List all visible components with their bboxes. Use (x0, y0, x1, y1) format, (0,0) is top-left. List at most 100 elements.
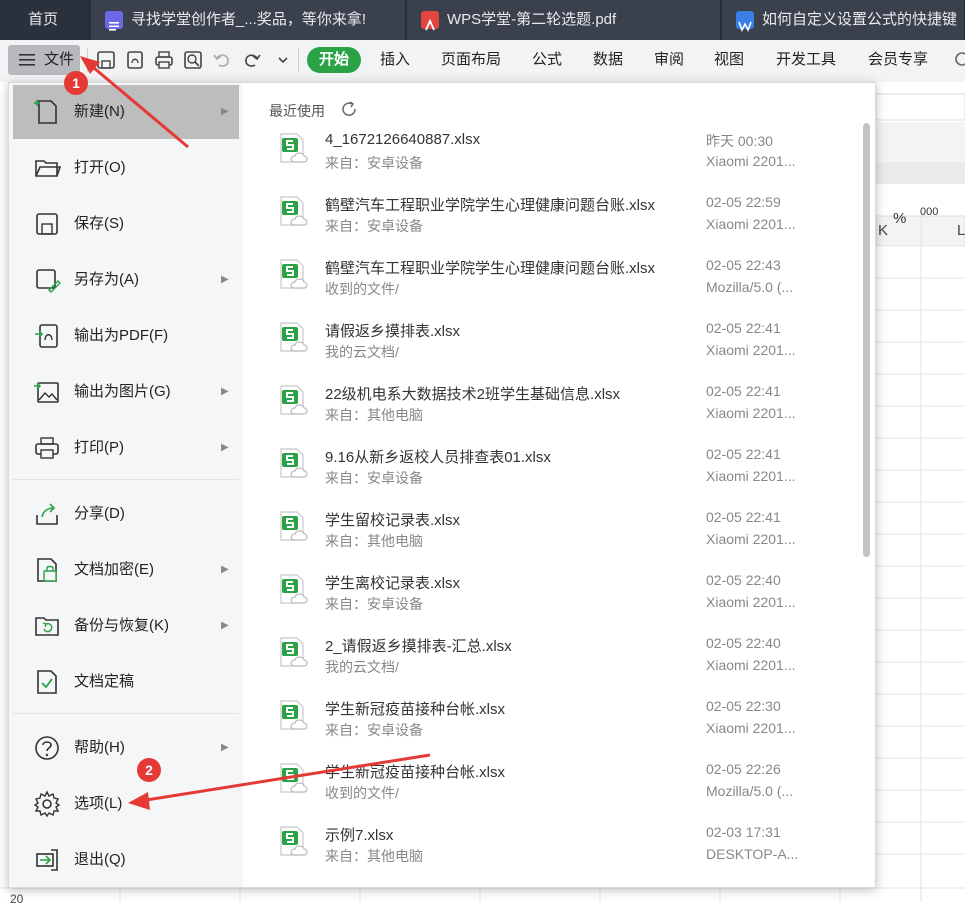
recent-file-item[interactable]: 鹤壁汽车工程职业学院学生心理健康问题台账.xlsx 收到的文件/02-05 22:… (271, 250, 831, 313)
file-menu-label: 文件 (44, 51, 75, 68)
chevron-down-icon[interactable] (272, 49, 294, 71)
recent-file-date: 02-03 17:31 (706, 824, 781, 840)
doc-icon (105, 11, 123, 31)
menu-divider (13, 713, 239, 714)
chevron-right-icon: ▶ (221, 106, 229, 117)
tab-view[interactable]: 视图 (714, 44, 744, 76)
save-icon[interactable] (95, 49, 117, 71)
recent-file-item[interactable]: 示例7.xlsx 来自：其他电脑 02-03 17:31 DESKTOP-A... (271, 817, 831, 880)
menu-item-encrypt[interactable]: 文档加密(E) ▶ (13, 543, 239, 597)
refresh-icon[interactable] (340, 100, 358, 118)
save-as-icon (33, 266, 61, 294)
column-header-k[interactable]: K (878, 222, 888, 239)
recent-file-device: Xiaomi 2201... (706, 657, 796, 673)
chevron-right-icon: ▶ (221, 564, 229, 575)
menu-item-help[interactable]: 帮助(H) ▶ (13, 721, 239, 775)
recent-file-date: 02-05 22:41 (706, 446, 781, 462)
redo-icon[interactable] (241, 49, 263, 71)
recent-file-source: 来自：安卓设备 (325, 722, 423, 738)
recent-file-date: 02-05 22:40 (706, 572, 781, 588)
recent-files-title: 最近使用 (269, 103, 325, 119)
menu-item-open[interactable]: 打开(O) (13, 141, 239, 195)
tab-document-2[interactable]: WPS学堂-第二轮选题.pdf (407, 0, 721, 40)
recent-file-item[interactable]: 22级机电系大数据技术2班学生基础信息.xlsx 来自：其他电脑 02-05 22:… (271, 376, 831, 439)
tab-label: WPS学堂-第二轮选题.pdf (447, 11, 617, 28)
tab-page-layout[interactable]: 页面布局 (441, 44, 501, 76)
menu-item-save-as[interactable]: 另存为(A) ▶ (13, 253, 239, 307)
file-menu-button[interactable]: 文件 (8, 45, 80, 75)
recent-file-device: Xiaomi 2201... (706, 342, 796, 358)
chevron-right-icon: ▶ (221, 742, 229, 753)
tab-developer[interactable]: 开发工具 (776, 44, 836, 76)
row-header-20[interactable]: 20 (10, 892, 23, 906)
recent-file-date: 02-05 22:43 (706, 257, 781, 273)
recent-file-item[interactable]: 学生留校记录表.xlsx 来自：其他电脑 02-05 22:41 Xiaomi 220… (271, 502, 831, 565)
search-icon[interactable] (948, 48, 965, 73)
menu-item-backup[interactable]: 备份与恢复(K) ▶ (13, 599, 239, 653)
recent-file-device: Xiaomi 2201... (706, 468, 796, 484)
tab-formula[interactable]: 公式 (532, 44, 562, 76)
recent-file-item[interactable]: 2_请假返乡摸排表-汇总.xlsx 我的云文档/02-05 22:40 Xiaomi… (271, 628, 831, 691)
recent-file-item[interactable]: 请假返乡摸排表.xlsx 我的云文档/02-05 22:41 Xiaomi 2201… (271, 313, 831, 376)
recent-file-date: 02-05 22:41 (706, 320, 781, 336)
recent-file-item[interactable]: 学生新冠疫苗接种台帐.xlsx 来自：安卓设备 02-05 22:30 Xiaomi … (271, 691, 831, 754)
recent-file-name: 学生新冠疫苗接种台帐.xlsx (325, 701, 506, 718)
tab-start[interactable]: 开始 (307, 47, 361, 73)
menu-item-print[interactable]: 打印(P) ▶ (13, 421, 239, 475)
undo-icon[interactable] (211, 49, 233, 71)
recent-file-item[interactable]: 9.16从新乡返校人员排查表01.xlsx 来自：安卓设备 02-05 22:41 X… (271, 439, 831, 502)
recent-file-date: 02-05 22:59 (706, 194, 781, 210)
recent-file-source: 来自：安卓设备 (325, 470, 423, 486)
tab-home[interactable]: 首页 (0, 0, 90, 40)
tab-review[interactable]: 审阅 (654, 44, 684, 76)
folder-open-icon (33, 154, 62, 182)
export-pdf-icon[interactable] (124, 49, 146, 71)
tab-member[interactable]: 会员专享 (868, 44, 928, 76)
menu-item-exit[interactable]: 退出(Q) (13, 833, 239, 887)
export-pdf-icon (33, 322, 61, 350)
recent-file-item[interactable]: 4_1672126640887.xlsx 来自：安卓设备 昨天 00:30 Xiaom… (271, 124, 831, 187)
menu-item-save[interactable]: 保存(S) (13, 197, 239, 251)
recent-files-scrollbar[interactable] (863, 123, 870, 557)
tab-document-3[interactable]: 如何自定义设置公式的快捷键 (722, 0, 965, 40)
tab-bar: 首页 寻找学堂创作者_...奖品，等你来拿! WPS学堂-第二轮选题.pdf 如… (0, 0, 965, 40)
recent-file-device: Xiaomi 2201... (706, 594, 796, 610)
chevron-right-icon: ▶ (221, 274, 229, 285)
spreadsheet-file-icon (277, 825, 313, 861)
recent-file-source: 收到的文件/ (325, 281, 399, 297)
menu-divider (13, 479, 239, 480)
menu-item-share[interactable]: 分享(D) (13, 487, 239, 541)
chevron-right-icon: ▶ (221, 620, 229, 631)
tab-data[interactable]: 数据 (593, 44, 623, 76)
recent-file-device: Xiaomi 2201... (706, 216, 796, 232)
recent-file-item[interactable]: 学生离校记录表.xlsx 来自：安卓设备 02-05 22:40 Xiaomi 220… (271, 565, 831, 628)
save-icon (33, 210, 61, 238)
print-preview-icon[interactable] (182, 49, 204, 71)
menu-item-export-pdf[interactable]: 输出为PDF(F) (13, 309, 239, 363)
column-header-l[interactable]: L (957, 222, 965, 239)
menu-item-export-image[interactable]: 输出为图片(G) ▶ (13, 365, 239, 419)
toolbar-divider (87, 48, 88, 72)
recent-file-name: 9.16从新乡返校人员排查表01.xlsx (325, 449, 551, 466)
annotation-badge-1: 1 (64, 71, 88, 95)
tab-document-1[interactable]: 寻找学堂创作者_...奖品，等你来拿! (91, 0, 406, 40)
encrypt-icon (33, 556, 61, 584)
menu-item-options[interactable]: 选项(L) (13, 777, 239, 831)
menu-item-finalize[interactable]: 文档定稿 (13, 655, 239, 709)
recent-file-item[interactable]: 鹤壁汽车工程职业学院学生心理健康问题台账.xlsx 来自：安卓设备 02-05 22… (271, 187, 831, 250)
recent-file-device: Xiaomi 2201... (706, 531, 796, 547)
recent-file-name: 示例7.xlsx (325, 827, 394, 844)
recent-file-name: 学生留校记录表.xlsx (325, 512, 461, 529)
recent-file-item[interactable]: 学生新冠疫苗接种台帐.xlsx 收到的文件/02-05 22:26 Mozilla/… (271, 754, 831, 817)
recent-file-source: 来自：其他电脑 (325, 407, 423, 423)
menu-item-new[interactable]: 新建(N) ▶ (13, 85, 239, 139)
percent-format-button[interactable]: % (893, 210, 906, 227)
tab-insert[interactable]: 插入 (380, 44, 410, 76)
recent-file-date: 02-05 22:40 (706, 635, 781, 651)
recent-file-name: 4_1672126640887.xlsx (325, 131, 481, 148)
print-icon[interactable] (153, 49, 175, 71)
spreadsheet-file-icon (277, 321, 313, 357)
recent-file-name: 学生新冠疫苗接种台帐.xlsx (325, 764, 506, 781)
recent-file-date: 02-05 22:30 (706, 698, 781, 714)
thousand-separator-button[interactable]: 000 (920, 206, 938, 218)
